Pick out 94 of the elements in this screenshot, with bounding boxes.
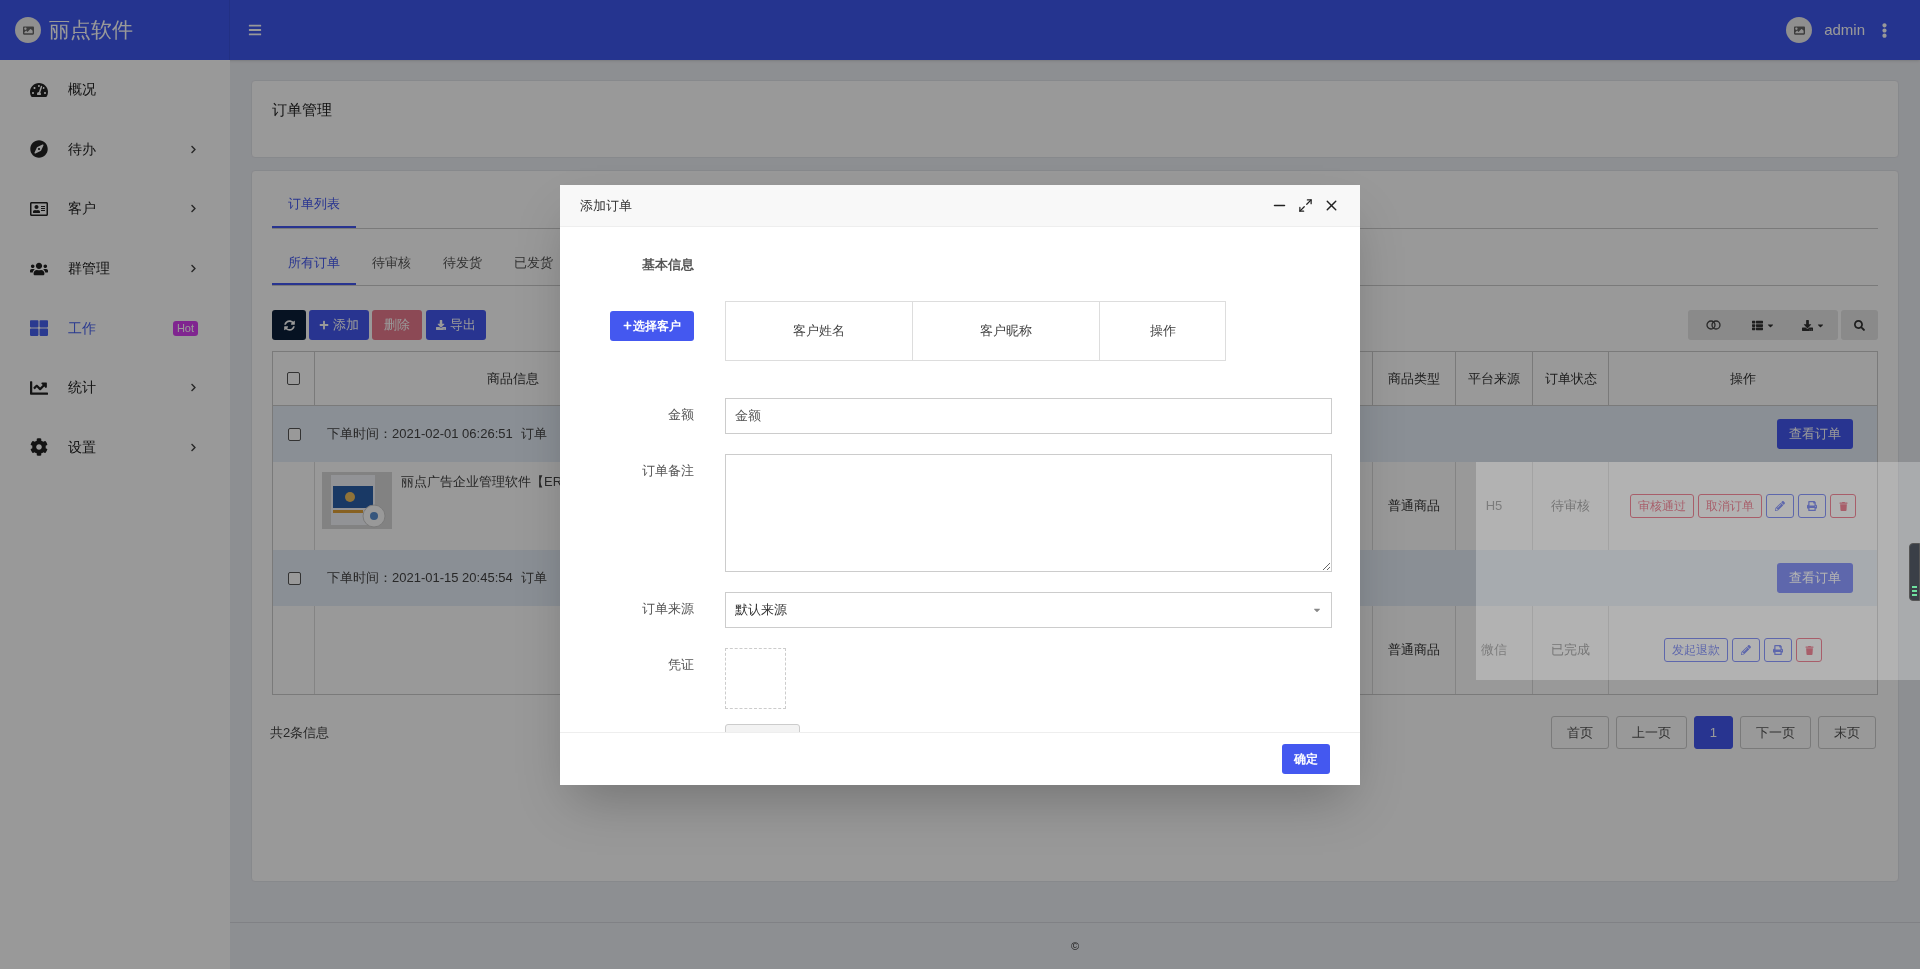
page-button[interactable]: 末页 — [1818, 716, 1876, 749]
sidebar-item[interactable]: 客户 — [0, 179, 230, 239]
column-header: 平台来源 — [1468, 369, 1520, 388]
search-icon — [1854, 319, 1865, 331]
tab[interactable]: 待审核 — [356, 252, 427, 285]
chevron-icon — [189, 264, 198, 274]
edit-button[interactable] — [1732, 638, 1760, 662]
field-label: 金额 — [668, 405, 694, 424]
print-button[interactable] — [1798, 494, 1826, 518]
printer-icon — [1807, 501, 1817, 511]
chevron-icon — [189, 442, 198, 452]
edit-button[interactable] — [1766, 494, 1794, 518]
copyright: © — [1070, 938, 1080, 954]
confirm-button[interactable]: 确定 — [1282, 744, 1330, 774]
user-name[interactable]: admin — [1824, 18, 1865, 42]
refresh-button[interactable] — [272, 310, 306, 340]
field-label: 凭证 — [668, 655, 694, 674]
sidebar-item[interactable]: 群管理 — [0, 238, 230, 299]
brand-name: 丽点软件 — [49, 17, 133, 44]
action-button[interactable]: 发起退款 — [1664, 638, 1728, 662]
settings-icon — [30, 438, 48, 457]
checkbox[interactable] — [287, 427, 301, 441]
id-card-icon — [30, 200, 48, 218]
chevron-icon — [189, 383, 198, 393]
delete-button[interactable] — [1796, 638, 1822, 662]
note-field[interactable] — [725, 453, 1332, 572]
trash-icon — [1838, 501, 1848, 511]
gauge-icon — [30, 80, 48, 99]
trash-icon — [1804, 645, 1814, 655]
column-header: 客户姓名 — [793, 321, 845, 340]
chevron-icon — [189, 144, 198, 154]
field-label: 订单备注 — [642, 461, 694, 480]
page-button[interactable]: 1 — [1693, 716, 1733, 749]
user-avatar — [1786, 17, 1813, 43]
table-cell-text: 普通商品 — [1388, 641, 1440, 660]
menu-icon[interactable] — [248, 23, 262, 37]
maximize-icon[interactable] — [1298, 198, 1313, 213]
source-select[interactable]: 默认来源 — [725, 591, 1332, 628]
checkbox[interactable] — [287, 571, 301, 585]
select-customer-button[interactable]: 选择客户 — [610, 310, 694, 341]
table-cell-text: 已完成 — [1551, 641, 1590, 660]
column-header: 商品信息 — [486, 369, 539, 388]
sidebar-item[interactable]: 设置 — [0, 417, 230, 478]
logo-icon — [15, 17, 41, 43]
section-title: 基本信息 — [642, 256, 694, 274]
line-chart-icon — [30, 378, 48, 397]
column-header: 商品类型 — [1388, 369, 1440, 388]
select-value: 默认来源 — [735, 600, 787, 619]
compass-icon — [30, 140, 48, 159]
pencil-icon — [1775, 501, 1785, 511]
checkbox[interactable] — [287, 372, 300, 385]
column-header: 操作 — [1149, 321, 1176, 340]
view-order-button[interactable]: 查看订单 — [1777, 563, 1853, 593]
table-cell-text: 普通商品 — [1388, 497, 1440, 516]
plus-icon — [319, 320, 329, 330]
order-time: 下单时间：2021-01-15 20:45:54 — [327, 569, 513, 588]
chevron-icon — [189, 204, 198, 214]
refresh-icon — [283, 319, 295, 331]
tab[interactable]: 待发货 — [427, 252, 498, 285]
delete-button[interactable] — [1830, 494, 1856, 518]
toggle-icon — [1705, 320, 1721, 330]
field-label: 订单来源 — [642, 599, 694, 618]
sidebar-item[interactable]: 统计 — [0, 357, 230, 418]
column-header: 客户昵称 — [980, 321, 1032, 340]
side-handle[interactable] — [1909, 543, 1920, 601]
sidebar-item[interactable]: 工作 Hot — [0, 298, 230, 358]
order-number-label: 订单 — [520, 569, 547, 588]
print-button[interactable] — [1764, 638, 1792, 662]
column-header: 订单状态 — [1544, 369, 1597, 388]
export-button[interactable]: 导出 — [426, 310, 486, 340]
download-icon — [1801, 319, 1813, 331]
tab[interactable]: 所有订单 — [272, 252, 356, 285]
order-time: 下单时间：2021-02-01 06:26:51 — [327, 425, 513, 444]
amount-field[interactable]: 金额 — [725, 397, 1332, 434]
page-button[interactable]: 首页 — [1550, 716, 1609, 749]
page-title: 订单管理 — [272, 101, 332, 118]
tab[interactable]: 订单列表 — [272, 194, 356, 228]
record-count: 共2条信息 — [270, 723, 330, 742]
pencil-icon — [1741, 645, 1751, 655]
sidebar-item[interactable]: 待办 — [0, 119, 230, 180]
sidebar-item[interactable]: 概况 — [0, 60, 230, 120]
list-icon — [1751, 319, 1763, 331]
printer-icon — [1773, 645, 1783, 655]
grid-icon — [30, 319, 48, 338]
table-cell-text: 待审核 — [1551, 497, 1590, 516]
hot-badge: Hot — [172, 320, 198, 336]
plus-icon — [623, 321, 632, 330]
download-icon — [436, 320, 446, 330]
add-button[interactable]: 添加 — [309, 310, 369, 340]
view-order-button[interactable]: 查看订单 — [1777, 419, 1853, 449]
search-button[interactable] — [1841, 310, 1878, 340]
column-header: 操作 — [1730, 369, 1756, 388]
dialog-title: 添加订单 — [580, 196, 632, 215]
order-number-label: 订单 — [520, 425, 547, 444]
